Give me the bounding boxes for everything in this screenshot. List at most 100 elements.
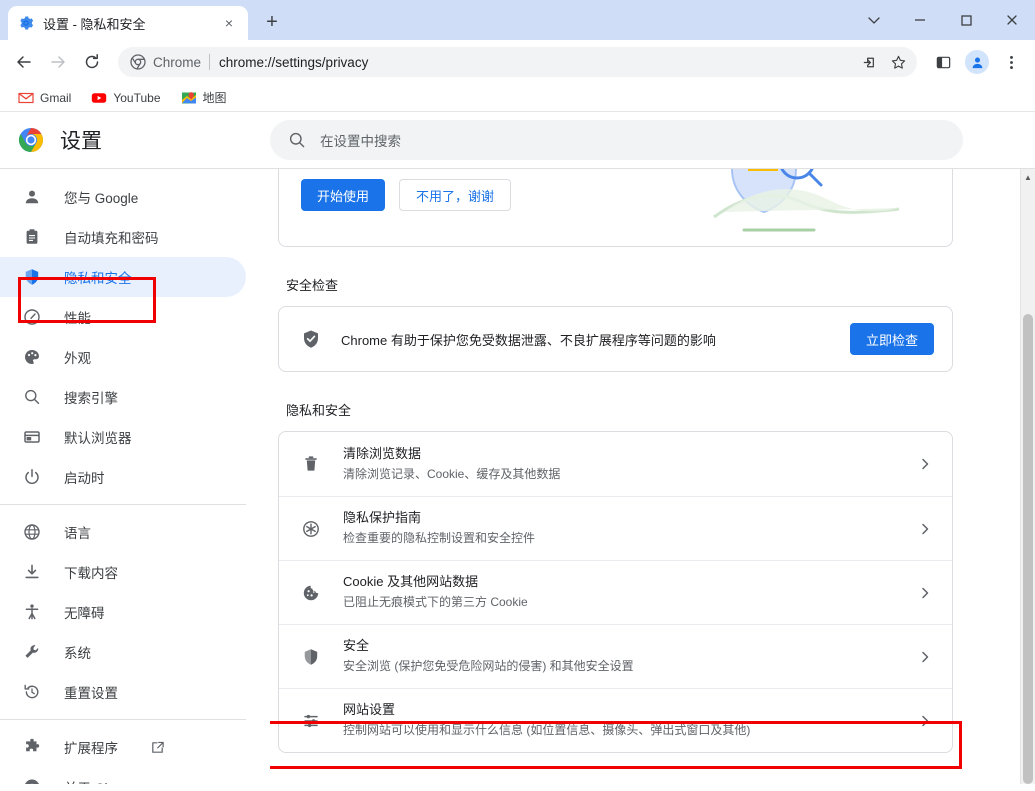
- row-content: 网站设置 控制网站可以使用和显示什么信息 (如位置信息、摄像头、弹出式窗口及其他…: [343, 701, 894, 739]
- settings-row-site-settings[interactable]: 网站设置 控制网站可以使用和显示什么信息 (如位置信息、摄像头、弹出式窗口及其他…: [279, 688, 952, 752]
- shield-magnifier-illustration: [704, 169, 904, 247]
- share-icon[interactable]: [857, 49, 883, 75]
- row-title: 隐私保护指南: [343, 509, 894, 528]
- shield-icon: [22, 267, 42, 287]
- tab-search-icon[interactable]: [851, 0, 897, 40]
- row-subtitle: 检查重要的隐私控制设置和安全控件: [343, 530, 894, 547]
- sidebar-item-about-chrome[interactable]: 关于 Chrome: [0, 767, 246, 784]
- page-body: 您与 Google 自动填充和密码 隐私和安全 性能 外观: [0, 169, 1035, 784]
- browser-window-icon: [22, 427, 42, 447]
- address-bar[interactable]: Chrome chrome://settings/privacy: [118, 47, 917, 77]
- no-thanks-button[interactable]: 不用了，谢谢: [399, 179, 511, 211]
- shield-check-icon: [301, 329, 321, 349]
- safety-check-text: Chrome 有助于保护您免受数据泄露、不良扩展程序等问题的影响: [341, 330, 830, 349]
- chrome-icon: [130, 54, 146, 70]
- side-panel-icon[interactable]: [927, 46, 959, 78]
- settings-row-cookies[interactable]: Cookie 及其他网站数据 已阻止无痕模式下的第三方 Cookie: [279, 560, 952, 624]
- sidebar-item-autofill[interactable]: 自动填充和密码: [0, 217, 246, 257]
- reload-button[interactable]: [76, 46, 108, 78]
- sidebar-item-search-engine[interactable]: 搜索引擎: [0, 377, 246, 417]
- bookmark-label: 地图: [203, 89, 227, 106]
- row-subtitle: 控制网站可以使用和显示什么信息 (如位置信息、摄像头、弹出式窗口及其他): [343, 722, 894, 739]
- row-title: 网站设置: [343, 701, 894, 720]
- url-text[interactable]: chrome://settings/privacy: [219, 55, 849, 70]
- wrench-icon: [22, 642, 42, 662]
- sidebar-item-accessibility[interactable]: 无障碍: [0, 592, 246, 632]
- site-chip-label: Chrome: [153, 55, 201, 70]
- sidebar-item-label: 启动时: [64, 467, 105, 487]
- settings-row-security[interactable]: 安全 安全浏览 (保护您免受危险网站的侵害) 和其他安全设置: [279, 624, 952, 688]
- omnibox-actions: [857, 49, 911, 75]
- privacy-guide-icon: [301, 519, 321, 539]
- sidebar-item-label: 搜索引擎: [64, 387, 118, 407]
- sidebar-item-performance[interactable]: 性能: [0, 297, 246, 337]
- forward-button[interactable]: [42, 46, 74, 78]
- check-now-button[interactable]: 立即检查: [850, 323, 934, 355]
- globe-icon: [22, 522, 42, 542]
- bookmarks-bar: Gmail YouTube 地图: [0, 84, 1035, 112]
- safety-check-panel: Chrome 有助于保护您免受数据泄露、不良扩展程序等问题的影响 立即检查: [278, 306, 953, 372]
- chevron-right-icon: [916, 587, 934, 599]
- star-icon[interactable]: [885, 49, 911, 75]
- settings-row-privacy-guide[interactable]: 隐私保护指南 检查重要的隐私控制设置和安全控件: [279, 496, 952, 560]
- sidebar-item-reset-settings[interactable]: 重置设置: [0, 672, 246, 712]
- sidebar-item-label: 系统: [64, 642, 91, 662]
- sidebar-item-on-startup[interactable]: 启动时: [0, 457, 246, 497]
- scrollbar-thumb[interactable]: [1023, 314, 1033, 784]
- site-chip: Chrome: [130, 54, 201, 70]
- sidebar-item-languages[interactable]: 语言: [0, 512, 246, 552]
- sidebar-item-downloads[interactable]: 下载内容: [0, 552, 246, 592]
- browser-tab[interactable]: 设置 - 隐私和安全 ×: [8, 6, 248, 40]
- accessibility-icon: [22, 602, 42, 622]
- avatar: [965, 50, 989, 74]
- sidebar-item-extensions[interactable]: 扩展程序: [0, 727, 246, 767]
- sidebar-divider: [0, 504, 246, 505]
- chevron-right-icon: [916, 458, 934, 470]
- back-button[interactable]: [8, 46, 40, 78]
- privacy-section-title: 隐私和安全: [286, 400, 1020, 419]
- clipboard-icon: [22, 227, 42, 247]
- profile-avatar-icon[interactable]: [961, 46, 993, 78]
- new-tab-button[interactable]: +: [257, 7, 287, 37]
- page-title: 设置: [60, 125, 102, 155]
- settings-header: 设置 在设置中搜索: [0, 112, 1035, 168]
- row-subtitle: 已阻止无痕模式下的第三方 Cookie: [343, 594, 894, 611]
- close-window-button[interactable]: [989, 0, 1035, 40]
- maximize-button[interactable]: [943, 0, 989, 40]
- privacy-settings-panel: 清除浏览数据 清除浏览记录、Cookie、缓存及其他数据 隐私保护指南 检查重要…: [278, 431, 953, 753]
- bookmark-youtube[interactable]: YouTube: [83, 87, 168, 109]
- history-restore-icon: [22, 682, 42, 702]
- sidebar-item-system[interactable]: 系统: [0, 632, 246, 672]
- omnibox-divider: [209, 54, 210, 70]
- power-icon: [22, 467, 42, 487]
- privacy-guide-promo-card: 开始使用 不用了，谢谢: [278, 169, 953, 247]
- vertical-scrollbar[interactable]: ▲: [1020, 169, 1035, 784]
- sidebar-item-default-browser[interactable]: 默认浏览器: [0, 417, 246, 457]
- tab-close-icon[interactable]: ×: [220, 14, 238, 32]
- settings-sidebar: 您与 Google 自动填充和密码 隐私和安全 性能 外观: [0, 169, 270, 784]
- settings-search-wrapper: 在设置中搜索: [270, 120, 1035, 160]
- sidebar-item-you-and-google[interactable]: 您与 Google: [0, 177, 246, 217]
- sidebar-item-appearance[interactable]: 外观: [0, 337, 246, 377]
- window-controls: [851, 0, 1035, 40]
- settings-brand: 设置: [0, 125, 270, 155]
- settings-row-clear-browsing-data[interactable]: 清除浏览数据 清除浏览记录、Cookie、缓存及其他数据: [279, 432, 952, 496]
- search-icon: [288, 131, 306, 149]
- bookmark-maps[interactable]: 地图: [173, 86, 235, 109]
- sidebar-item-label: 外观: [64, 347, 91, 367]
- search-icon: [22, 387, 42, 407]
- get-started-button[interactable]: 开始使用: [301, 179, 385, 211]
- scroll-up-arrow[interactable]: ▲: [1021, 169, 1035, 185]
- sidebar-item-privacy-and-security[interactable]: 隐私和安全: [0, 257, 246, 297]
- trash-icon: [301, 454, 321, 474]
- cookie-icon: [301, 583, 321, 603]
- search-input[interactable]: 在设置中搜索: [270, 120, 963, 160]
- row-subtitle: 安全浏览 (保护您免受危险网站的侵害) 和其他安全设置: [343, 658, 894, 675]
- three-dot-menu-icon[interactable]: [995, 46, 1027, 78]
- minimize-button[interactable]: [897, 0, 943, 40]
- bookmark-gmail[interactable]: Gmail: [10, 87, 79, 109]
- row-title: 安全: [343, 637, 894, 656]
- tab-title: 设置 - 隐私和安全: [43, 14, 211, 33]
- speedometer-icon: [22, 307, 42, 327]
- row-content: Cookie 及其他网站数据 已阻止无痕模式下的第三方 Cookie: [343, 573, 894, 611]
